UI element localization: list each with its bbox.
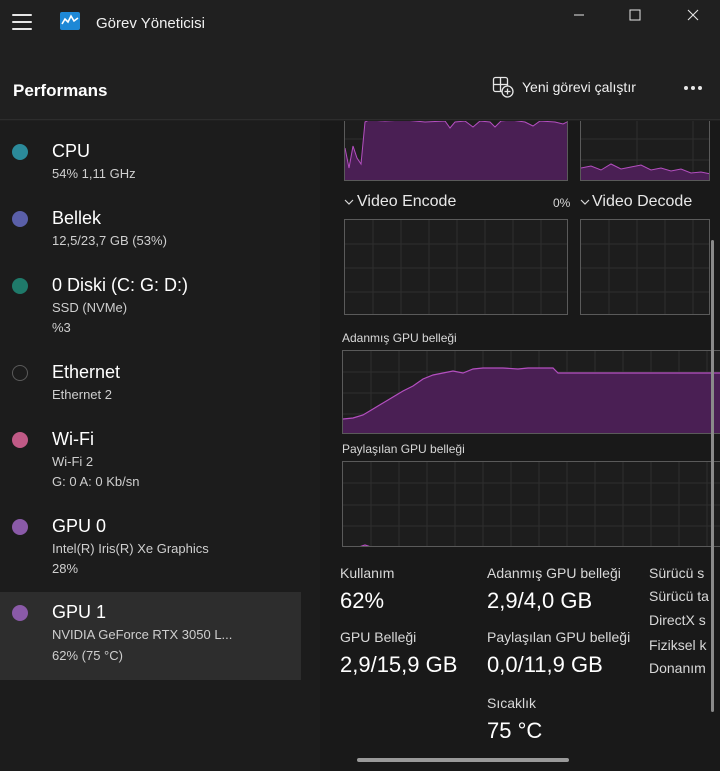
gpu-engine-graph-2-plot bbox=[581, 121, 709, 180]
sidebar-item-detail: 54% 1,11 GHz bbox=[52, 166, 136, 181]
close-button[interactable] bbox=[670, 0, 716, 30]
menu-icon[interactable] bbox=[12, 14, 32, 30]
temperature-value: 75 °C bbox=[487, 718, 543, 743]
sidebar-item-title: GPU 1 bbox=[52, 602, 107, 622]
wifi-indicator-icon bbox=[12, 432, 28, 448]
video-decode-graph bbox=[580, 219, 710, 315]
dedicated-stat-value: 2,9/4,0 GB bbox=[487, 588, 593, 613]
dedicated-memory-label: Adanmış GPU belleği bbox=[342, 331, 457, 345]
usage-value: 62% bbox=[340, 588, 385, 613]
vertical-scrollbar[interactable] bbox=[711, 240, 714, 712]
dedicated-memory-graph-plot bbox=[343, 351, 720, 433]
gpu1-indicator-icon bbox=[12, 605, 28, 621]
gpu-memory-label: GPU Belleği bbox=[340, 629, 417, 645]
sidebar-item-detail: Ethernet 2 bbox=[52, 387, 112, 402]
minimize-button[interactable] bbox=[556, 0, 602, 30]
video-decode-graph-plot bbox=[581, 220, 709, 314]
sidebar-item-gpu-1[interactable]: GPU 1 NVIDIA GeForce RTX 3050 L... 62% (… bbox=[0, 592, 301, 680]
chevron-down-icon[interactable] bbox=[344, 197, 354, 207]
hardware-reserved-label: Donanım bbox=[649, 660, 706, 676]
sidebar-item-detail-2: 28% bbox=[52, 561, 79, 576]
physical-location-label: Fiziksel k bbox=[649, 637, 707, 653]
task-manager-app-icon bbox=[60, 12, 80, 30]
sidebar-item-detail: Wi-Fi 2 bbox=[52, 454, 94, 469]
title-bar: Görev Yöneticisi bbox=[0, 0, 720, 58]
gpu-detail-panel: Video Encode 0% Video Decode Adanmış GPU… bbox=[320, 121, 720, 771]
cpu-indicator-icon bbox=[12, 144, 28, 160]
sidebar-item-title: GPU 0 bbox=[52, 516, 107, 536]
memory-indicator-icon bbox=[12, 211, 28, 227]
video-encode-value: 0% bbox=[553, 196, 571, 210]
video-decode-label: Video Decode bbox=[592, 193, 693, 210]
sidebar-item-title: Ethernet bbox=[52, 362, 121, 382]
run-new-task-button[interactable]: Yeni görevi çalıştır bbox=[492, 76, 636, 98]
maximize-button[interactable] bbox=[612, 0, 658, 30]
more-dot-icon bbox=[698, 86, 702, 90]
page-header: Performans Yeni görevi çalıştır bbox=[0, 58, 720, 120]
video-encode-label: Video Encode bbox=[357, 193, 457, 210]
more-options-button[interactable] bbox=[681, 78, 705, 98]
resize-handle[interactable] bbox=[357, 758, 569, 762]
gpu0-indicator-icon bbox=[12, 519, 28, 535]
disk-indicator-icon bbox=[12, 278, 28, 294]
maximize-icon bbox=[629, 9, 641, 21]
chevron-down-icon[interactable] bbox=[580, 197, 590, 207]
sidebar-item-title: 0 Diski (C: G: D:) bbox=[52, 275, 189, 295]
sidebar-item-detail: SSD (NVMe) bbox=[52, 300, 128, 315]
gpu-engine-graph-1-plot bbox=[345, 121, 567, 180]
run-task-label: Yeni görevi çalıştır bbox=[522, 79, 636, 95]
shared-stat-label: Paylaşılan GPU belleği bbox=[487, 629, 631, 645]
sidebar-item-disk[interactable]: 0 Diski (C: G: D:) SSD (NVMe) %3 bbox=[0, 255, 301, 343]
temperature-label: Sıcaklık bbox=[487, 695, 537, 711]
sidebar-item-detail: Intel(R) Iris(R) Xe Graphics bbox=[52, 541, 209, 556]
gpu-engine-graph-2 bbox=[580, 121, 710, 181]
minimize-icon bbox=[574, 14, 584, 16]
close-icon bbox=[687, 9, 699, 21]
video-encode-graph-plot bbox=[345, 220, 567, 314]
dedicated-stat-label: Adanmış GPU belleği bbox=[487, 565, 621, 581]
shared-memory-graph-plot bbox=[343, 462, 720, 546]
run-task-icon bbox=[492, 76, 514, 98]
usage-label: Kullanım bbox=[340, 565, 395, 581]
ethernet-indicator-icon bbox=[12, 365, 28, 381]
more-dot-icon bbox=[691, 86, 695, 90]
sidebar-item-detail: NVIDIA GeForce RTX 3050 L... bbox=[52, 627, 233, 642]
sidebar-item-detail-2: %3 bbox=[52, 320, 71, 335]
driver-date-label: Sürücü ta bbox=[649, 588, 709, 604]
shared-stat-value: 0,0/11,9 GB bbox=[487, 652, 603, 677]
page-title: Performans bbox=[13, 81, 108, 100]
directx-version-label: DirectX s bbox=[649, 612, 706, 628]
shared-memory-label: Paylaşılan GPU belleği bbox=[342, 442, 465, 456]
performance-sidebar: CPU 54% 1,11 GHz Bellek 12,5/23,7 GB (53… bbox=[0, 121, 320, 771]
sidebar-item-title: Bellek bbox=[52, 208, 102, 228]
sidebar-item-wifi[interactable]: Wi-Fi Wi-Fi 2 G: 0 A: 0 Kb/sn bbox=[0, 409, 301, 497]
sidebar-item-gpu-0[interactable]: GPU 0 Intel(R) Iris(R) Xe Graphics 28% bbox=[0, 496, 301, 584]
dedicated-memory-graph bbox=[342, 350, 720, 434]
video-encode-graph bbox=[344, 219, 568, 315]
sidebar-item-detail: 12,5/23,7 GB (53%) bbox=[52, 233, 167, 248]
shared-memory-graph bbox=[342, 461, 720, 547]
gpu-memory-value: 2,9/15,9 GB bbox=[340, 652, 458, 677]
gpu-engine-graph-1 bbox=[344, 121, 568, 181]
window-title: Görev Yöneticisi bbox=[96, 15, 205, 32]
driver-version-label: Sürücü s bbox=[649, 565, 705, 581]
sidebar-item-title: CPU bbox=[52, 141, 91, 161]
more-dot-icon bbox=[684, 86, 688, 90]
sidebar-item-detail-2: 62% (75 °C) bbox=[52, 648, 123, 663]
sidebar-item-detail-2: G: 0 A: 0 Kb/sn bbox=[52, 474, 140, 489]
sidebar-item-title: Wi-Fi bbox=[52, 429, 94, 449]
